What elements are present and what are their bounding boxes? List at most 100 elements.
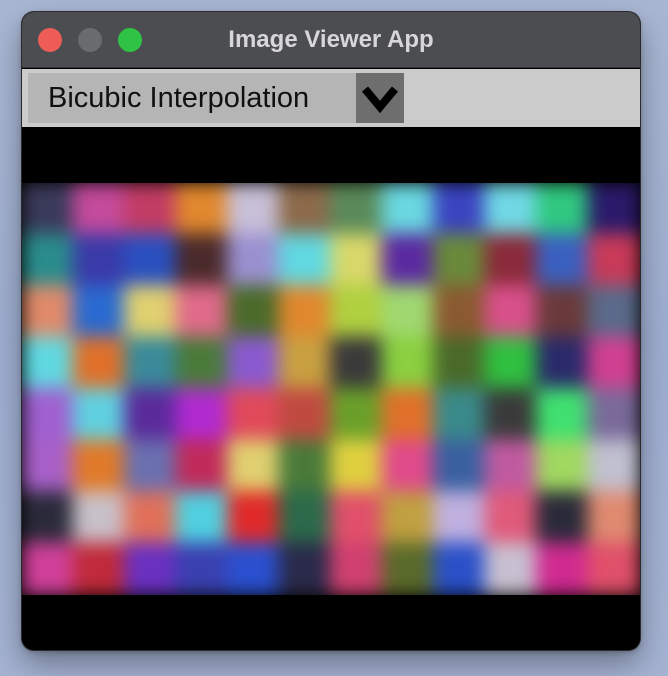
image-cell: [587, 388, 640, 442]
image-cell: [278, 233, 332, 287]
image-cell: [381, 542, 435, 595]
image-cell: [227, 336, 281, 390]
toolbar: Bicubic Interpolation: [22, 69, 640, 127]
image-cell: [587, 285, 640, 339]
chevron-down-icon: [361, 86, 399, 113]
image-cell: [175, 542, 229, 595]
image-cell: [330, 491, 384, 545]
image-cell: [330, 233, 384, 287]
image-viewport: [22, 128, 640, 650]
image-cell: [381, 388, 435, 442]
image-cell: [22, 336, 75, 390]
image-cell: [587, 491, 640, 545]
title-bar: Image Viewer App: [22, 12, 640, 68]
image-cell: [587, 183, 640, 236]
image-cell: [175, 233, 229, 287]
image-cell: [22, 233, 75, 287]
image-cell: [72, 285, 126, 339]
image-cell: [433, 439, 487, 493]
image-cell: [433, 233, 487, 287]
window-title: Image Viewer App: [228, 26, 434, 53]
image-cell: [22, 183, 75, 236]
image-cell: [484, 233, 538, 287]
image-cell: [330, 542, 384, 595]
image-cell: [72, 183, 126, 236]
image-cell: [433, 491, 487, 545]
image-cell: [484, 439, 538, 493]
image-cell: [536, 233, 590, 287]
image-cell: [330, 336, 384, 390]
image-cell: [227, 233, 281, 287]
image-cell: [330, 183, 384, 236]
image-cell: [587, 542, 640, 595]
image-cell: [124, 542, 178, 595]
image-cell: [22, 491, 75, 545]
image-cell: [433, 336, 487, 390]
dropdown-button[interactable]: [356, 73, 404, 123]
image-cell: [330, 439, 384, 493]
image-cell: [227, 388, 281, 442]
image-cell: [536, 336, 590, 390]
image-cell: [124, 336, 178, 390]
image-display: [22, 183, 640, 595]
image-cell: [22, 285, 75, 339]
image-cell: [175, 439, 229, 493]
image-cell: [22, 388, 75, 442]
image-cell: [433, 388, 487, 442]
interpolation-dropdown-value: Bicubic Interpolation: [48, 82, 310, 114]
image-cell: [484, 285, 538, 339]
image-cell: [381, 491, 435, 545]
image-cell: [536, 388, 590, 442]
interpolation-dropdown[interactable]: Bicubic Interpolation: [28, 73, 404, 123]
image-cell: [587, 439, 640, 493]
image-cell: [381, 336, 435, 390]
image-cell: [278, 542, 332, 595]
image-cell: [484, 491, 538, 545]
image-cell: [381, 183, 435, 236]
image-cell: [484, 388, 538, 442]
image-cell: [278, 388, 332, 442]
image-cell: [227, 439, 281, 493]
image-cell: [278, 285, 332, 339]
image-cell: [330, 285, 384, 339]
image-cell: [587, 336, 640, 390]
image-cell: [330, 388, 384, 442]
image-cell: [124, 285, 178, 339]
image-cell: [278, 336, 332, 390]
image-cell: [175, 388, 229, 442]
image-cell: [72, 491, 126, 545]
app-window: Image Viewer App Bicubic Interpolation: [22, 12, 640, 650]
image-cell: [433, 285, 487, 339]
image-cell: [278, 491, 332, 545]
image-cell: [536, 542, 590, 595]
image-cell: [227, 285, 281, 339]
image-cell: [433, 183, 487, 236]
image-cell: [22, 542, 75, 595]
image-cell: [124, 388, 178, 442]
image-cell: [433, 542, 487, 595]
image-cell: [381, 439, 435, 493]
displayed-image: [22, 183, 640, 595]
image-cell: [278, 183, 332, 236]
image-cell: [124, 183, 178, 236]
image-cell: [484, 183, 538, 236]
image-cell: [175, 491, 229, 545]
image-cell: [227, 491, 281, 545]
image-cell: [124, 491, 178, 545]
image-cell: [381, 233, 435, 287]
image-cell: [124, 439, 178, 493]
image-cell: [484, 336, 538, 390]
image-cell: [175, 285, 229, 339]
image-cell: [381, 285, 435, 339]
image-cell: [227, 542, 281, 595]
image-cell: [72, 542, 126, 595]
image-cell: [72, 439, 126, 493]
image-cell: [536, 439, 590, 493]
image-cell: [536, 491, 590, 545]
image-cell: [175, 336, 229, 390]
image-cell: [175, 183, 229, 236]
image-cell: [72, 388, 126, 442]
image-cell: [278, 439, 332, 493]
image-cell: [72, 233, 126, 287]
image-cell: [484, 542, 538, 595]
